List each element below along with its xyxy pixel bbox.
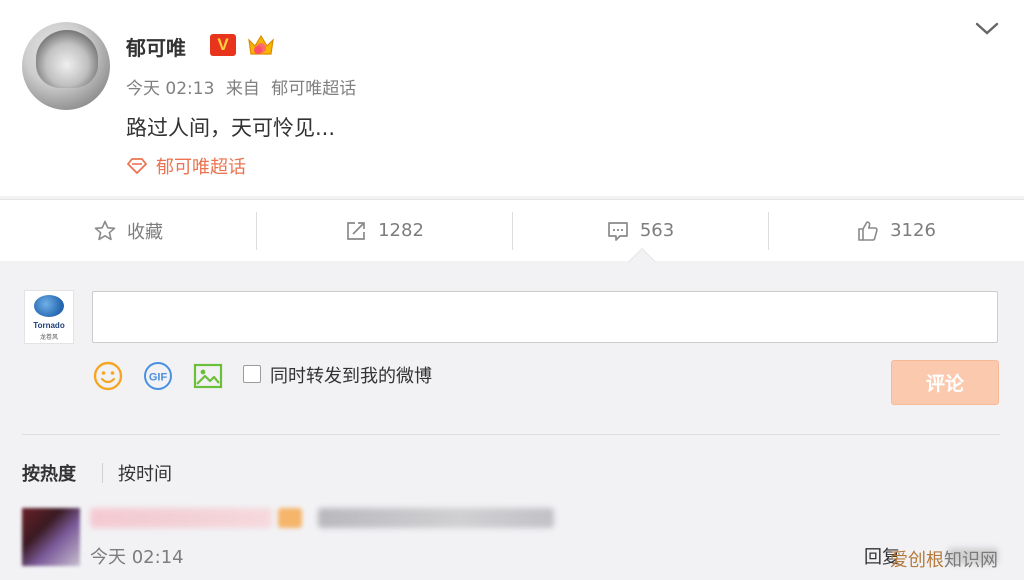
avatar-brand: Tornado	[33, 321, 65, 330]
repost-count: 1282	[378, 220, 424, 241]
tornado-logo-icon	[34, 295, 64, 317]
post-time[interactable]: 今天 02:13	[126, 79, 214, 99]
chevron-down-icon[interactable]	[974, 20, 1000, 38]
author-avatar[interactable]	[22, 22, 110, 110]
share-icon	[347, 221, 365, 240]
fan-crown-icon[interactable]	[246, 32, 276, 60]
gif-icon[interactable]: GIF	[142, 360, 174, 392]
like-button[interactable]: 3126	[768, 200, 1024, 261]
watermark: 爱创根知识网	[890, 546, 998, 572]
watermark-rest: 知识网	[944, 550, 998, 571]
post-source[interactable]: 郁可唯超话	[271, 79, 356, 99]
post-content: 路过人间，天可怜见...	[126, 116, 336, 140]
topic-link[interactable]: 郁可唯超话	[126, 152, 246, 180]
source-prefix: 来自	[225, 79, 260, 99]
supertopic-icon	[127, 158, 147, 174]
watermark-highlight: 爱创根	[890, 550, 944, 571]
comment-time: 今天 02:14	[90, 547, 184, 568]
favorite-button[interactable]: 收藏	[0, 200, 256, 261]
sort-by-hot-tab[interactable]: 按热度	[22, 460, 76, 486]
svg-text:GIF: GIF	[149, 372, 168, 384]
commenter-name-blurred[interactable]	[90, 508, 272, 528]
commenter-avatar[interactable]	[22, 508, 80, 566]
my-avatar[interactable]: Tornado 龙卷风	[24, 290, 74, 344]
favorite-label: 收藏	[127, 221, 163, 243]
author-name[interactable]: 郁可唯	[126, 32, 186, 61]
weibo-post: 郁可唯 V 今天 02:13 来自 郁可唯超话 路过人间，天可怜见... 郁可唯…	[0, 0, 1024, 196]
avatar-brand-sub: 龙卷风	[39, 334, 58, 341]
action-bar: 收藏 1282 563 3126	[0, 199, 1024, 261]
comment-icon	[607, 221, 628, 241]
avatar-photo	[36, 30, 98, 88]
sort-separator	[102, 463, 103, 483]
emoji-icon[interactable]	[92, 360, 124, 392]
post-meta: 今天 02:13 来自 郁可唯超话	[126, 74, 362, 99]
topic-label: 郁可唯超话	[156, 157, 246, 178]
divider	[22, 434, 1000, 435]
comment-count: 563	[639, 220, 675, 241]
repost-checkbox[interactable]	[243, 365, 261, 383]
sort-by-time-tab[interactable]: 按时间	[118, 460, 172, 486]
image-icon[interactable]	[192, 360, 224, 392]
repost-label[interactable]: 同时转发到我的微博	[270, 362, 432, 388]
comment-text-blurred	[318, 508, 554, 528]
thumbs-up-icon	[858, 220, 878, 241]
commenter-badge-icon	[278, 508, 302, 528]
repost-button[interactable]: 1282	[256, 200, 512, 261]
submit-comment-button[interactable]: 评论	[891, 360, 999, 405]
like-count: 3126	[890, 220, 936, 241]
verified-badge-icon: V	[210, 34, 236, 56]
star-icon	[94, 220, 116, 240]
comment-input[interactable]	[92, 291, 998, 343]
